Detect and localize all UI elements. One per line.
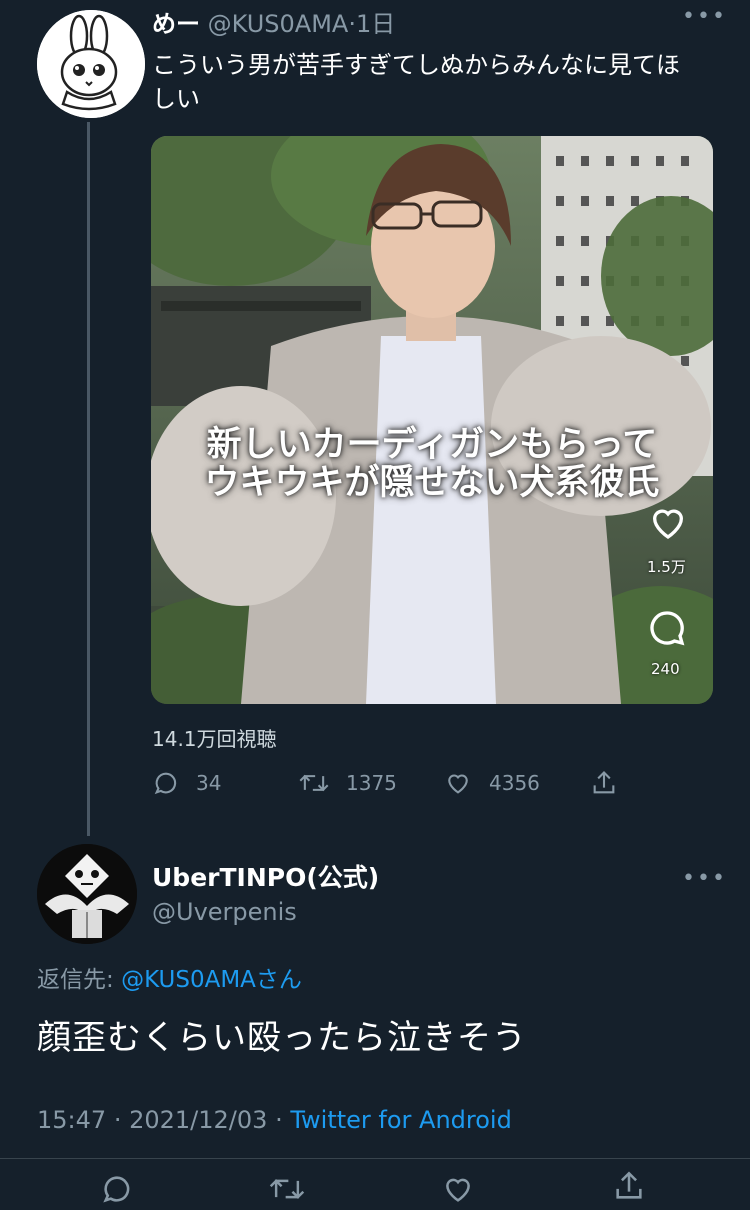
tweet-header: めー @KUS0AMA·1日 [152, 8, 395, 40]
tweet-date[interactable]: 2021/12/03 [129, 1106, 267, 1134]
like-icon[interactable] [440, 1172, 476, 1210]
reply-icon[interactable] [100, 1172, 134, 1210]
separator-dot: · [348, 10, 356, 38]
like-count: 4356 [489, 771, 540, 795]
reply-to-handle[interactable]: @KUS0AMAさん [121, 967, 302, 993]
author-avatar[interactable] [37, 10, 145, 118]
separator-dot: · [113, 1106, 122, 1134]
reply-to-label: 返信先: [37, 967, 114, 993]
author-name[interactable]: UberTINPO(公式) [152, 858, 379, 894]
video-like-count: 1.5万 [647, 558, 686, 576]
author-handle[interactable]: @Uverpenis [152, 898, 297, 926]
view-count: 14.1万回視聴 [152, 727, 277, 751]
video-comment-count: 240 [651, 660, 680, 678]
retweet-count: 1375 [346, 771, 397, 795]
tweet-time[interactable]: 15:47 [37, 1106, 106, 1134]
video-caption-line2: ウキウキが隠せない犬系彼氏 [204, 462, 660, 503]
separator-dot: · [275, 1106, 283, 1134]
share-action[interactable] [590, 768, 634, 798]
reply-icon [154, 772, 177, 795]
divider [0, 1158, 750, 1159]
tweet-client[interactable]: Twitter for Android [290, 1106, 511, 1134]
author-handle[interactable]: @KUS0AMA [208, 10, 349, 38]
bunny-avatar-image [37, 10, 145, 118]
share-icon[interactable] [612, 1168, 646, 1208]
reply-action[interactable]: 34 [152, 768, 221, 798]
retweet-icon[interactable] [268, 1172, 306, 1210]
more-icon[interactable]: ••• [682, 4, 727, 29]
more-icon[interactable]: ••• [682, 866, 727, 891]
tweet-text: こういう男が苦手すぎてしぬからみんなに見てほしい [152, 51, 680, 113]
retweet-icon [299, 774, 329, 792]
tweet-time[interactable]: 1日 [356, 10, 395, 38]
thread-line [87, 122, 90, 836]
reaper-avatar-image [37, 844, 137, 944]
reply-count: 34 [196, 771, 222, 795]
heart-icon [647, 502, 689, 546]
reply-to: 返信先: @KUS0AMAさん [37, 960, 302, 994]
like-action[interactable]: 4356 [443, 768, 540, 798]
like-icon [448, 774, 468, 794]
retweet-action[interactable]: 1375 [298, 768, 397, 798]
tweet-meta: 15:47 · 2021/12/03 · Twitter for Android [37, 1106, 512, 1134]
tweet-text: 顔歪むくらい殴ったら泣きそう [37, 1018, 527, 1058]
author-name[interactable]: めー [152, 10, 200, 38]
share-icon [593, 771, 615, 794]
author-avatar[interactable] [37, 844, 137, 944]
comment-icon [647, 608, 687, 652]
video-player[interactable]: 新しいカーディガンもらって ウキウキが隠せない犬系彼氏 1.5万 240 [151, 136, 713, 704]
